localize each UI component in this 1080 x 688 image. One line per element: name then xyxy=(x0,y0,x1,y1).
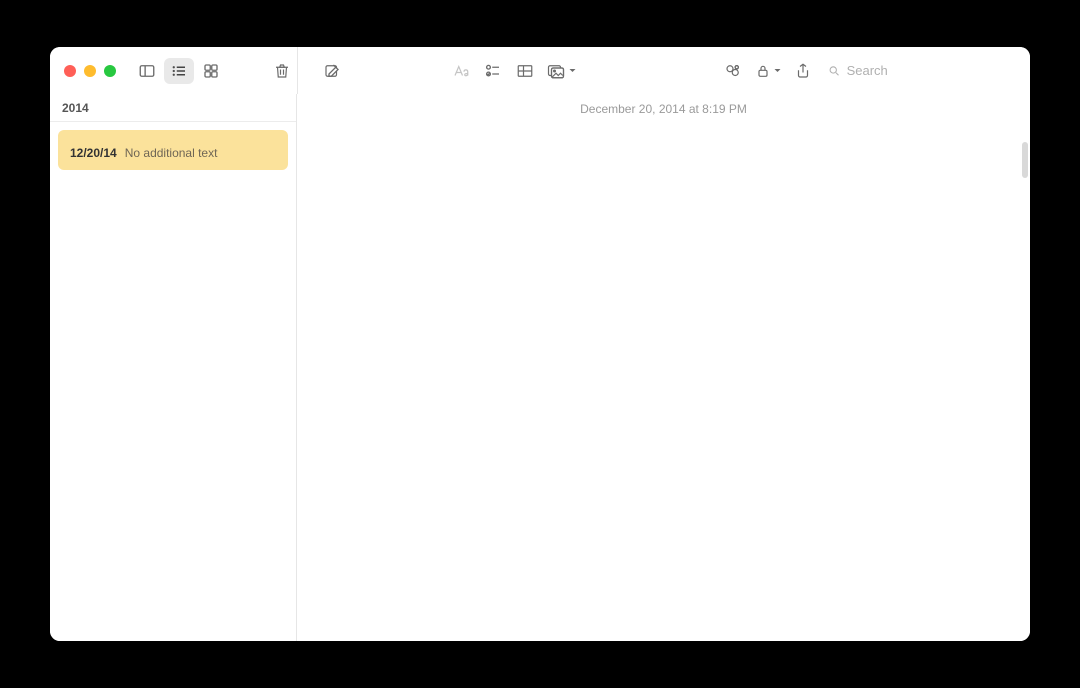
toolbar-divider xyxy=(297,47,298,94)
note-snippet: No additional text xyxy=(125,146,218,160)
list-icon xyxy=(170,62,188,80)
minimize-button[interactable] xyxy=(84,65,96,77)
notes-list-sidebar: 2014 12/20/14 No additional text xyxy=(50,94,297,641)
editor-datestamp: December 20, 2014 at 8:19 PM xyxy=(297,94,1030,120)
lock-button[interactable] xyxy=(750,58,786,84)
toggle-sidebar-button[interactable] xyxy=(132,58,162,84)
gallery-view-button[interactable] xyxy=(196,58,226,84)
toolbar-left xyxy=(58,58,305,84)
scrollbar[interactable] xyxy=(1022,142,1028,178)
table-button[interactable] xyxy=(510,58,540,84)
checklist-icon xyxy=(484,62,502,80)
content-area: 2014 12/20/14 No additional text Decembe… xyxy=(50,94,1030,641)
sidebar-icon xyxy=(138,62,156,80)
new-note-button[interactable] xyxy=(317,58,347,84)
toolbar xyxy=(50,47,1030,94)
note-date: 12/20/14 xyxy=(70,146,117,160)
maximize-button[interactable] xyxy=(104,65,116,77)
note-editor: December 20, 2014 at 8:19 PM xyxy=(297,94,1030,641)
grid-icon xyxy=(202,62,220,80)
notes-window: 2014 12/20/14 No additional text Decembe… xyxy=(50,47,1030,641)
search-icon xyxy=(828,64,841,78)
section-title: 2014 xyxy=(62,101,89,115)
share-button[interactable] xyxy=(788,58,818,84)
editor-body[interactable] xyxy=(297,120,1030,641)
note-list-item[interactable]: 12/20/14 No additional text xyxy=(58,130,288,170)
format-button[interactable] xyxy=(446,58,476,84)
list-view-button[interactable] xyxy=(164,58,194,84)
media-button[interactable] xyxy=(542,58,582,84)
link-note-button[interactable] xyxy=(718,58,748,84)
section-header[interactable]: 2014 xyxy=(50,94,296,122)
toolbar-right xyxy=(305,57,1022,85)
text-format-icon xyxy=(452,62,470,80)
checklist-button[interactable] xyxy=(478,58,508,84)
media-icon xyxy=(547,62,565,80)
note-list: 12/20/14 No additional text xyxy=(50,122,296,178)
search-field[interactable] xyxy=(820,57,1022,85)
share-icon xyxy=(794,62,812,80)
search-input[interactable] xyxy=(847,63,1014,78)
chevron-down-icon xyxy=(568,66,577,75)
lock-icon xyxy=(755,63,771,79)
close-button[interactable] xyxy=(64,65,76,77)
chevron-down-icon xyxy=(773,66,782,75)
table-icon xyxy=(516,62,534,80)
note-meta: 12/20/14 No additional text xyxy=(70,146,276,160)
delete-note-button[interactable] xyxy=(267,58,297,84)
trash-icon xyxy=(273,62,291,80)
link-icon xyxy=(724,62,742,80)
window-controls xyxy=(64,65,116,77)
compose-icon xyxy=(323,62,341,80)
